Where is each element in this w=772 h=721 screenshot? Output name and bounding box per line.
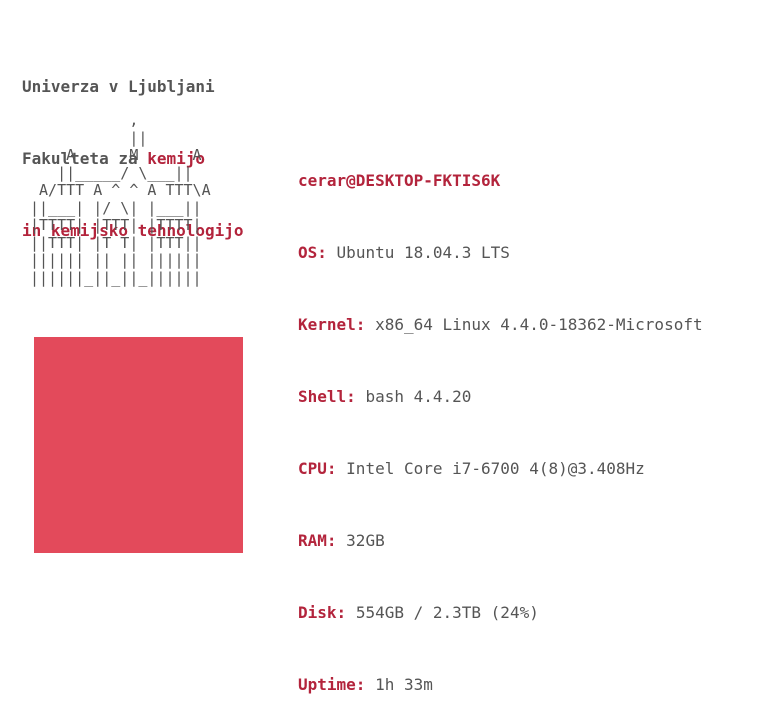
user-host-row: cerar@DESKTOP-FKTIS6K xyxy=(298,169,703,193)
info-value: bash 4.4.20 xyxy=(365,387,472,406)
info-value: Ubuntu 18.04.3 LTS xyxy=(336,243,510,262)
university-name: Univerza v Ljubljani xyxy=(22,77,215,96)
user-host: cerar@DESKTOP-FKTIS6K xyxy=(298,171,501,190)
system-info-panel: cerar@DESKTOP-FKTIS6K OS: Ubuntu 18.04.3… xyxy=(298,121,703,721)
building-ascii-art: , || A M A ||_____/ \___|| A/TTT A ^ ^ A… xyxy=(30,111,211,287)
info-value: 1h 33m xyxy=(375,675,433,694)
info-label: CPU: xyxy=(298,459,337,478)
info-row-uptime: Uptime: 1h 33m xyxy=(298,673,703,697)
color-swatch xyxy=(34,337,243,553)
info-row-shell: Shell: bash 4.4.20 xyxy=(298,385,703,409)
info-value: 32GB xyxy=(346,531,385,550)
header-line-university: Univerza v Ljubljani xyxy=(22,75,244,99)
info-row-ram: RAM: 32GB xyxy=(298,529,703,553)
info-value: Intel Core i7-6700 4(8)@3.408Hz xyxy=(346,459,645,478)
info-row-kernel: Kernel: x86_64 Linux 4.4.0-18362-Microso… xyxy=(298,313,703,337)
info-label: OS: xyxy=(298,243,327,262)
info-label: Kernel: xyxy=(298,315,366,334)
info-label: Disk: xyxy=(298,603,347,622)
info-row-disk: Disk: 554GB / 2.3TB (24%) xyxy=(298,601,703,625)
info-value: x86_64 Linux 4.4.0-18362-Microsoft xyxy=(375,315,703,334)
info-value: 554GB / 2.3TB (24%) xyxy=(355,603,539,622)
info-row-os: OS: Ubuntu 18.04.3 LTS xyxy=(298,241,703,265)
info-label: Uptime: xyxy=(298,675,366,694)
info-row-cpu: CPU: Intel Core i7-6700 4(8)@3.408Hz xyxy=(298,457,703,481)
info-label: Shell: xyxy=(298,387,356,406)
info-label: RAM: xyxy=(298,531,337,550)
